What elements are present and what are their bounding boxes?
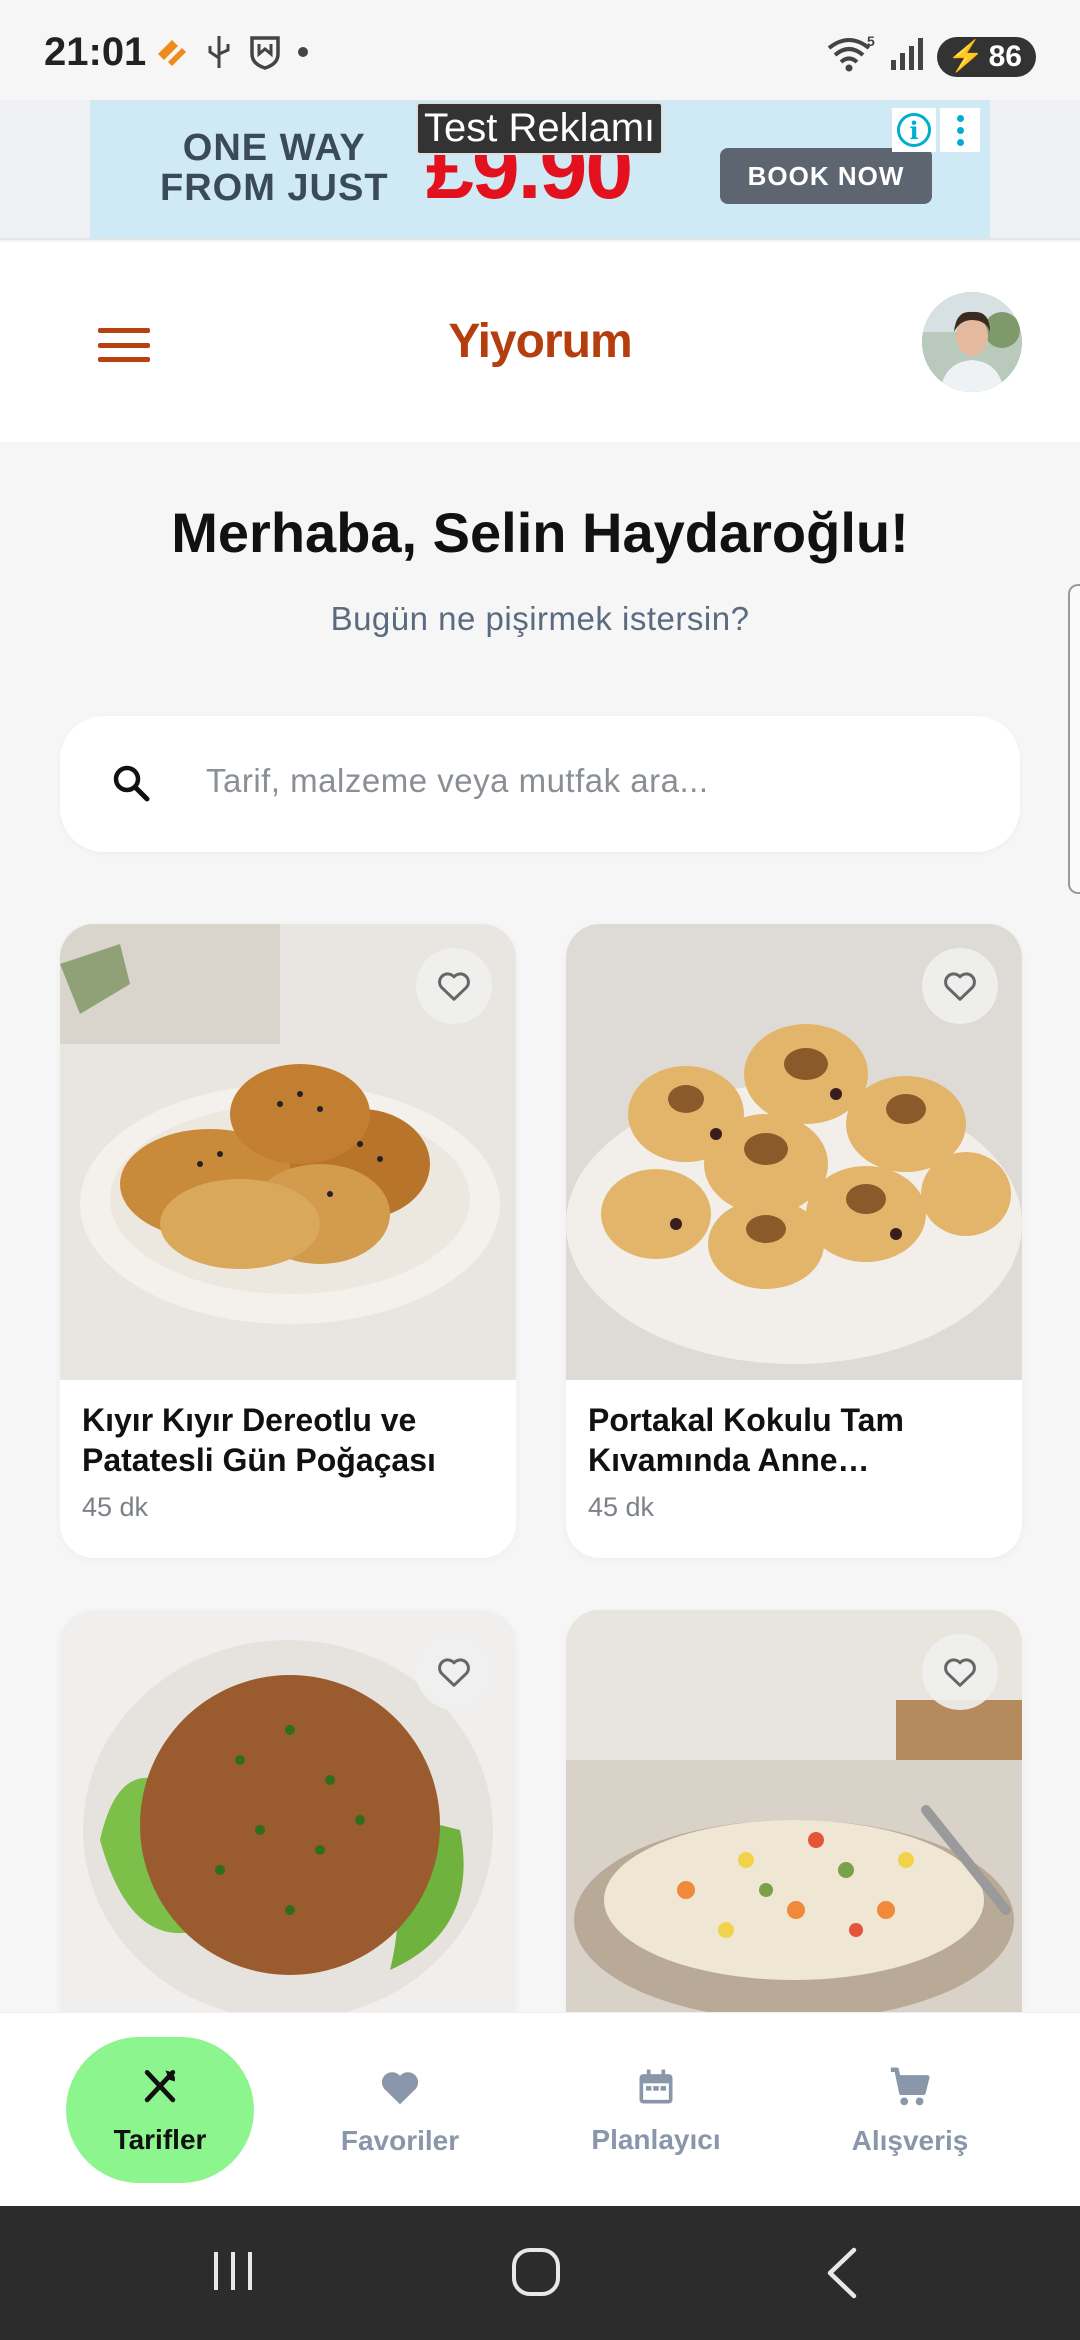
charging-icon: ⚡ xyxy=(947,40,985,73)
app-header: Yiyorum xyxy=(0,242,1080,442)
test-ad-label: Test Reklamı xyxy=(416,102,664,155)
scroll-handle[interactable] xyxy=(1068,584,1080,894)
cart-icon xyxy=(887,2064,933,2115)
recipe-time: 45 dk xyxy=(82,1492,149,1522)
nav-label-planlayici: Planlayıcı xyxy=(591,2123,721,2155)
notification-app-icon xyxy=(154,34,190,75)
fork-knife-icon xyxy=(138,2065,182,2114)
wifi-icon: 5 xyxy=(825,33,877,79)
ad-info-icon[interactable]: i xyxy=(892,108,936,152)
usb-icon xyxy=(204,34,234,75)
back-icon[interactable] xyxy=(818,2246,868,2305)
home-icon[interactable] xyxy=(510,2246,564,2305)
ad-headline-line1: ONE WAY xyxy=(182,127,366,169)
nav-item-planlayici[interactable]: Planlayıcı xyxy=(566,2013,746,2207)
nav-label-favoriler: Favoriler xyxy=(340,2124,460,2156)
recipe-card[interactable] xyxy=(60,1610,516,2012)
shield-app-icon xyxy=(248,34,282,75)
nav-item-tarifler[interactable]: Tarifler xyxy=(66,2037,254,2183)
heart-icon xyxy=(377,2064,423,2115)
nav-item-alisveris[interactable]: Alışveriş xyxy=(820,2013,1000,2207)
greeting-subtitle: Bugün ne pişirmek istersin? xyxy=(330,600,750,637)
recipe-card[interactable] xyxy=(566,1610,1022,2012)
network-badge: 5 xyxy=(867,34,875,49)
app-title: Yiyorum xyxy=(448,315,632,368)
recipe-title: Portakal Kokulu Tam Kıvamında Anne Kurab… xyxy=(588,1402,904,1478)
system-navigation-bar xyxy=(0,2206,1080,2340)
nav-label-alisveris: Alışveriş xyxy=(851,2124,969,2156)
nav-item-favoriler[interactable]: Favoriler xyxy=(310,2013,490,2207)
search-placeholder: Tarif, malzeme veya mutfak ara... xyxy=(206,762,709,799)
search-field[interactable]: Tarif, malzeme veya mutfak ara... xyxy=(60,716,1020,852)
calendar-icon xyxy=(634,2065,678,2114)
recipe-title: Kıyır Kıyır Dereotlu ve Patatesli Gün Po… xyxy=(82,1402,436,1478)
status-bar: 21:01 5 ⚡ 86 xyxy=(0,0,1080,100)
favorite-heart-icon[interactable] xyxy=(416,1634,492,1710)
greeting-title: Merhaba, Selin Haydaroğlu! xyxy=(171,501,909,564)
battery-level: 86 xyxy=(988,39,1022,73)
favorite-heart-icon[interactable] xyxy=(922,1634,998,1710)
signal-icon xyxy=(889,36,925,77)
recent-apps-icon[interactable] xyxy=(208,2246,258,2301)
recipe-time: 45 dk xyxy=(588,1492,655,1522)
status-notification-icons xyxy=(154,34,310,75)
ad-book-now-button[interactable]: BOOK NOW xyxy=(720,148,932,204)
ad-headline: ONE WAY FROM JUST xyxy=(160,128,389,208)
status-system-icons: 5 ⚡ 86 xyxy=(825,33,1036,79)
bottom-navigation: Tarifler Favoriler Planlayıcı Alışveriş xyxy=(0,2012,1080,2206)
nav-label-tarifler: Tarifler xyxy=(113,2123,207,2155)
favorite-heart-icon[interactable] xyxy=(416,948,492,1024)
recipe-card[interactable]: Portakal Kokulu Tam Kıvamında Anne Kurab… xyxy=(566,924,1022,1558)
ad-headline-line2: FROM JUST xyxy=(160,167,389,209)
status-time: 21:01 xyxy=(44,30,147,74)
ad-more-icon[interactable] xyxy=(940,108,980,152)
user-avatar[interactable] xyxy=(922,292,1022,392)
battery-indicator: ⚡ 86 xyxy=(937,36,1036,77)
favorite-heart-icon[interactable] xyxy=(922,948,998,1024)
ad-area: ONE WAY FROM JUST £9.90 BOOK NOW i Test … xyxy=(0,100,1080,240)
recipe-card[interactable]: Kıyır Kıyır Dereotlu ve Patatesli Gün Po… xyxy=(60,924,516,1558)
search-icon xyxy=(108,760,156,808)
dot-icon xyxy=(296,45,310,64)
